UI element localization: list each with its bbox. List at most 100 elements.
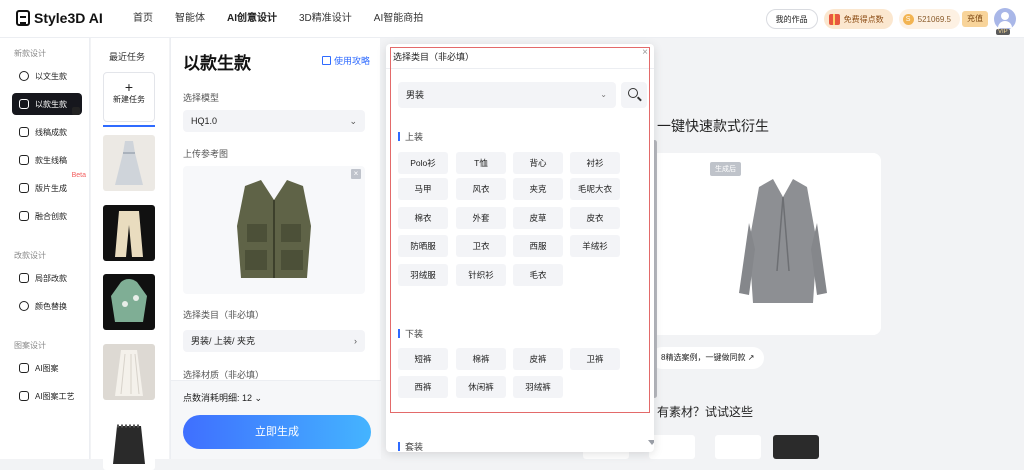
- chip-suit[interactable]: 西服: [513, 235, 563, 257]
- sidebar-item-ai-pattern[interactable]: AI图案: [12, 357, 82, 379]
- chip-sweatpants[interactable]: 卫裤: [570, 348, 620, 370]
- sidebar-item-design-to-design[interactable]: 以款生款: [12, 93, 82, 115]
- sample-thumbnail[interactable]: [649, 435, 695, 459]
- sidebar-item-label: 线稿成款: [35, 127, 67, 137]
- chip-sweater[interactable]: 毛衣: [513, 264, 563, 286]
- partial-edit-icon: [19, 273, 29, 283]
- sidebar-item-pattern-generation[interactable]: 版片生成 Beta: [12, 172, 86, 199]
- points-balance: S 521069.5: [898, 9, 960, 29]
- group-tops-title: 上装: [398, 130, 423, 143]
- chip-wool-coat[interactable]: 毛呢大衣: [570, 178, 620, 200]
- task-thumbnail-dress[interactable]: [103, 135, 155, 191]
- book-icon: [321, 56, 331, 65]
- sidebar-item-text-to-design[interactable]: 以文生款: [12, 65, 82, 87]
- design-form-panel: 以款生款 使用攻略 选择模型 HQ1.0 ⌄ 上传参考图 × 选择类目（非必填） …: [170, 38, 381, 459]
- sidebar-item-fusion-design[interactable]: 融合创款: [12, 205, 82, 227]
- task-thumbnail-tweed[interactable]: [103, 414, 155, 470]
- recent-tasks-title: 最近任务: [109, 52, 146, 62]
- nav-3d-design[interactable]: 3D精准设计: [288, 0, 363, 38]
- avatar[interactable]: VIP: [994, 8, 1016, 35]
- remove-image-button[interactable]: ×: [351, 169, 361, 179]
- chip-fur[interactable]: 皮草: [513, 207, 563, 229]
- sidebar-item-design-to-sketch[interactable]: 款生线稿: [12, 149, 82, 171]
- gender-select-value: 男装: [406, 90, 425, 100]
- shirt-icon: [19, 155, 29, 165]
- coin-icon: S: [902, 13, 914, 25]
- generate-button[interactable]: 立即生成: [183, 415, 371, 449]
- plus-icon: +: [124, 79, 134, 95]
- nav-agent[interactable]: 智能体: [164, 0, 216, 38]
- gift-icon: [828, 13, 840, 25]
- chip-padded[interactable]: 棉衣: [398, 207, 448, 229]
- pattern-piece-icon: [19, 183, 29, 193]
- sketch-icon: [19, 127, 29, 137]
- divider: [386, 68, 654, 69]
- featured-cases-link[interactable]: 8精选案例，一键做同款 ↗: [651, 347, 765, 369]
- active-marker-icon: [72, 107, 80, 115]
- sidebar: 新款设计 以文生款 以款生款 线稿成款 款生线稿 版片生成 Beta 融合创款 改…: [0, 38, 90, 459]
- gender-select[interactable]: 男装 ⌄: [398, 82, 616, 108]
- free-points-label: 免费得点数: [843, 14, 884, 24]
- new-task-label: 新建任务: [113, 95, 145, 104]
- beta-badge: Beta: [71, 172, 86, 179]
- chip-waistcoat[interactable]: 马甲: [398, 178, 448, 200]
- chip-casual-pants[interactable]: 休闲裤: [456, 376, 506, 398]
- recharge-button[interactable]: 充值: [962, 11, 988, 27]
- chevron-down-icon: ⌄: [254, 393, 263, 403]
- task-thumbnail-skirt[interactable]: [103, 344, 155, 400]
- cost-text: 点数消耗明细: 12: [183, 393, 253, 403]
- model-select[interactable]: HQ1.0 ⌄: [183, 110, 365, 132]
- search-button[interactable]: [621, 82, 647, 108]
- chip-tshirt[interactable]: T恤: [456, 152, 506, 174]
- chip-sun-protect[interactable]: 防晒服: [398, 235, 448, 257]
- chip-trousers[interactable]: 西裤: [398, 376, 448, 398]
- chip-sweatshirt[interactable]: 卫衣: [456, 235, 506, 257]
- chip-cotton-pants[interactable]: 棉裤: [456, 348, 506, 370]
- chip-vest[interactable]: 背心: [513, 152, 563, 174]
- sidebar-item-ai-pattern-craft[interactable]: AI图案工艺: [12, 385, 82, 407]
- sample-heading: 有素材？试试这些: [657, 405, 754, 419]
- new-task-button[interactable]: + 新建任务: [103, 72, 155, 127]
- brand-logo[interactable]: Style3D AI: [16, 10, 103, 26]
- chip-cashmere[interactable]: 羊绒衫: [570, 235, 620, 257]
- sidebar-item-sketch-to-design[interactable]: 线稿成款: [12, 121, 82, 143]
- chip-leather-pants[interactable]: 皮裤: [513, 348, 563, 370]
- task-thumbnail-pants[interactable]: [103, 205, 155, 261]
- scroll-down-icon[interactable]: [648, 440, 654, 445]
- cost-detail-toggle[interactable]: 点数消耗明细: 12 ⌄: [183, 391, 262, 404]
- chip-polo[interactable]: Polo衫: [398, 152, 448, 174]
- task-thumbnail-hoodie[interactable]: [103, 274, 155, 330]
- chip-shirt[interactable]: 衬衫: [570, 152, 620, 174]
- sample-thumbnail[interactable]: [715, 435, 761, 459]
- sidebar-item-color-replace[interactable]: 颜色替换: [12, 295, 82, 317]
- category-select[interactable]: 男装/ 上装/ 夹克 ›: [183, 330, 365, 352]
- group-label: 下装: [405, 329, 424, 339]
- chip-knit[interactable]: 针织衫: [456, 264, 506, 286]
- chip-jacket[interactable]: 夹克: [513, 178, 563, 200]
- nav-ai-creative-design[interactable]: AI创意设计: [216, 0, 288, 38]
- group-sets-title: 套装: [398, 440, 423, 452]
- close-icon[interactable]: ×: [642, 47, 648, 58]
- chip-coat[interactable]: 外套: [456, 207, 506, 229]
- preview-heading: 一键快速款式衍生: [657, 118, 769, 134]
- chip-trench[interactable]: 风衣: [456, 178, 506, 200]
- free-points-button[interactable]: 免费得点数: [823, 9, 893, 29]
- reference-image-upload[interactable]: ×: [183, 166, 365, 294]
- chip-down-pants[interactable]: 羽绒裤: [513, 376, 563, 398]
- chip-down[interactable]: 羽绒服: [398, 264, 448, 286]
- featured-cases-label: 8精选案例，一键做同款: [661, 353, 746, 362]
- chip-shorts[interactable]: 短裤: [398, 348, 448, 370]
- model-select-value: HQ1.0: [191, 116, 218, 126]
- sidebar-item-partial-edit[interactable]: 局部改款: [12, 267, 82, 289]
- sidebar-section-title: 改款设计: [14, 251, 46, 260]
- nav-ai-photo[interactable]: AI智能商拍: [363, 0, 434, 38]
- my-works-button[interactable]: 我的作品: [765, 9, 818, 29]
- usage-guide-link[interactable]: 使用攻略: [321, 54, 370, 67]
- chip-leather[interactable]: 皮衣: [570, 207, 620, 229]
- nav-home[interactable]: 首页: [122, 0, 164, 38]
- sidebar-section-title: 新款设计: [14, 49, 46, 58]
- arrow-up-right-icon: ↗: [747, 353, 755, 362]
- image-design-icon: [19, 99, 29, 109]
- sample-thumbnail[interactable]: [773, 435, 819, 459]
- vest-reference-image: [237, 180, 311, 278]
